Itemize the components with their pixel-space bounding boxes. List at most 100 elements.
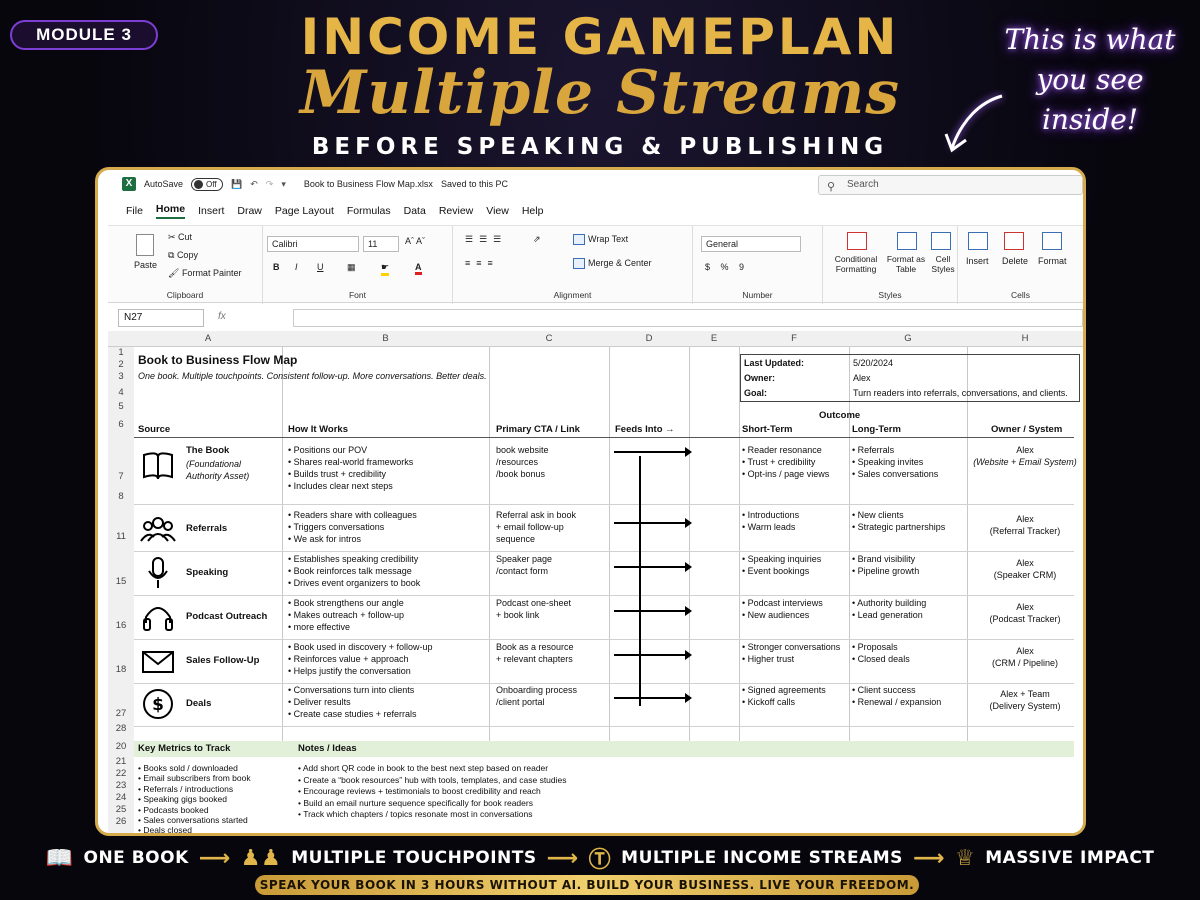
metric-item[interactable]: Deals closed <box>138 825 251 833</box>
menu-file[interactable]: File <box>126 205 143 217</box>
owner-line[interactable]: Alex <box>967 557 1083 569</box>
owner-line[interactable]: (Podcast Tracker) <box>967 613 1083 625</box>
redo-icon[interactable]: ↷ <box>266 179 274 190</box>
note-item[interactable]: Build an email nurture sequence specific… <box>298 798 567 810</box>
menu-insert[interactable]: Insert <box>198 205 224 217</box>
owner-line[interactable]: Alex + Team <box>967 688 1083 700</box>
list-item[interactable]: Renewal / expansion <box>852 696 942 708</box>
cta-line[interactable]: /contact form <box>496 565 552 577</box>
menu-help[interactable]: Help <box>522 205 544 217</box>
column-header-b[interactable]: B <box>282 331 489 347</box>
format-as-table-button[interactable]: Format as Table <box>883 254 929 274</box>
menu-home[interactable]: Home <box>155 203 186 219</box>
header-short-term[interactable]: Short-Term <box>742 424 793 435</box>
row-number[interactable]: 23 <box>108 780 134 792</box>
owner-line[interactable]: (Speaker CRM) <box>967 569 1083 581</box>
wrap-text-button[interactable]: Wrap Text <box>573 234 628 246</box>
last-updated-value[interactable]: 5/20/2024 <box>853 358 893 368</box>
row-number[interactable]: 11 <box>108 531 134 543</box>
search-input[interactable]: ⚲ Search <box>818 175 1083 195</box>
column-header-c[interactable]: C <box>489 331 609 347</box>
menu-data[interactable]: Data <box>404 205 426 217</box>
row-number[interactable]: 28 <box>108 723 134 735</box>
metrics-header[interactable]: Key Metrics to Track <box>138 743 230 754</box>
cut-button[interactable]: ✂ Cut <box>168 232 192 243</box>
saved-status[interactable]: Saved to this PC <box>441 179 508 189</box>
column-header-d[interactable]: D <box>609 331 689 347</box>
goal-label[interactable]: Goal: <box>744 388 767 398</box>
list-item[interactable]: Positions our POV <box>288 444 413 456</box>
row-number[interactable]: 6 <box>108 419 134 431</box>
menu-page-layout[interactable]: Page Layout <box>275 205 334 217</box>
list-item[interactable]: Builds trust + credibility <box>288 468 413 480</box>
owner-line[interactable]: Alex <box>967 513 1083 525</box>
cta-line[interactable]: /client portal <box>496 696 577 708</box>
fill-color-icon[interactable]: ☛ <box>381 262 390 276</box>
row-number[interactable]: 26 <box>108 816 134 828</box>
note-item[interactable]: Encourage reviews + testimonials to boos… <box>298 786 567 798</box>
row-number[interactable]: 25 <box>108 804 134 816</box>
row-number[interactable]: 15 <box>108 576 134 588</box>
font-name-select[interactable]: Calibri <box>267 236 359 252</box>
list-item[interactable]: Reader resonance <box>742 444 829 456</box>
menu-review[interactable]: Review <box>439 205 473 217</box>
list-item[interactable]: Speaking inquiries <box>742 553 822 565</box>
list-item[interactable]: Authority building <box>852 597 926 609</box>
conditional-formatting-button[interactable]: Conditional Formatting <box>827 254 885 274</box>
row-number[interactable]: 20 <box>108 741 134 753</box>
menu-view[interactable]: View <box>486 205 509 217</box>
cta-line[interactable]: + book link <box>496 609 571 621</box>
italic-button[interactable]: I <box>295 262 298 272</box>
row-number[interactable]: 24 <box>108 792 134 804</box>
list-item[interactable]: Lead generation <box>852 609 926 621</box>
note-item[interactable]: Track which chapters / topics resonate m… <box>298 809 567 821</box>
source-name[interactable]: Podcast Outreach <box>186 611 267 622</box>
bold-button[interactable]: B <box>273 262 280 272</box>
metric-item[interactable]: Books sold / downloaded <box>138 763 251 773</box>
owner-line[interactable]: Alex <box>967 601 1083 613</box>
cell-styles-icon[interactable] <box>931 232 951 250</box>
list-item[interactable]: Conversations turn into clients <box>288 684 416 696</box>
font-color-icon[interactable]: A <box>415 262 422 275</box>
source-name[interactable]: Referrals <box>186 523 227 534</box>
sheet-subtitle[interactable]: One book. Multiple touchpoints. Consiste… <box>138 371 487 381</box>
format-cells-icon[interactable] <box>1042 232 1062 250</box>
cta-line[interactable]: Referral ask in book <box>496 509 576 521</box>
delete-button[interactable]: Delete <box>1002 256 1028 266</box>
list-item[interactable]: Triggers conversations <box>288 521 417 533</box>
outcome-header[interactable]: Outcome <box>819 410 860 421</box>
list-item[interactable]: Establishes speaking credibility <box>288 553 420 565</box>
owner-line[interactable]: Alex <box>967 444 1083 456</box>
source-subtitle[interactable]: (Foundational Authority Asset) <box>186 458 276 482</box>
list-item[interactable]: Trust + credibility <box>742 456 829 468</box>
insert-button[interactable]: Insert <box>966 256 989 266</box>
list-item[interactable]: New audiences <box>742 609 823 621</box>
customize-toolbar-icon[interactable]: ▾ <box>281 179 286 190</box>
cta-line[interactable]: /book bonus <box>496 468 549 480</box>
note-item[interactable]: Add short QR code in book to the best ne… <box>298 763 567 775</box>
list-item[interactable]: Signed agreements <box>742 684 826 696</box>
menu-draw[interactable]: Draw <box>237 205 262 217</box>
list-item[interactable]: Closed deals <box>852 653 910 665</box>
select-all-corner[interactable] <box>108 331 134 347</box>
paste-icon[interactable] <box>136 234 154 256</box>
row-number[interactable]: 16 <box>108 620 134 632</box>
borders-icon[interactable]: ▦ <box>347 262 356 273</box>
formula-input[interactable] <box>293 309 1083 327</box>
goal-value[interactable]: Turn readers into referrals, conversatio… <box>853 388 1068 398</box>
undo-icon[interactable]: ↶ <box>250 179 258 190</box>
cta-line[interactable]: Book as a resource <box>496 641 574 653</box>
delete-cells-icon[interactable] <box>1004 232 1024 250</box>
note-item[interactable]: Create a “book resources” hub with tools… <box>298 775 566 787</box>
cta-line[interactable]: Speaker page <box>496 553 552 565</box>
list-item[interactable]: Higher trust <box>742 653 840 665</box>
cta-line[interactable]: + email follow-up <box>496 521 576 533</box>
list-item[interactable]: Client success <box>852 684 941 696</box>
source-name[interactable]: The Book <box>186 445 229 456</box>
sheet-title[interactable]: Book to Business Flow Map <box>138 353 297 367</box>
save-icon[interactable]: 💾 <box>231 179 242 190</box>
metric-item[interactable]: Referrals / introductions <box>138 784 251 794</box>
row-number[interactable]: 5 <box>108 401 134 413</box>
list-item[interactable]: We ask for intros <box>288 533 417 545</box>
row-number[interactable]: 1 <box>108 347 134 359</box>
